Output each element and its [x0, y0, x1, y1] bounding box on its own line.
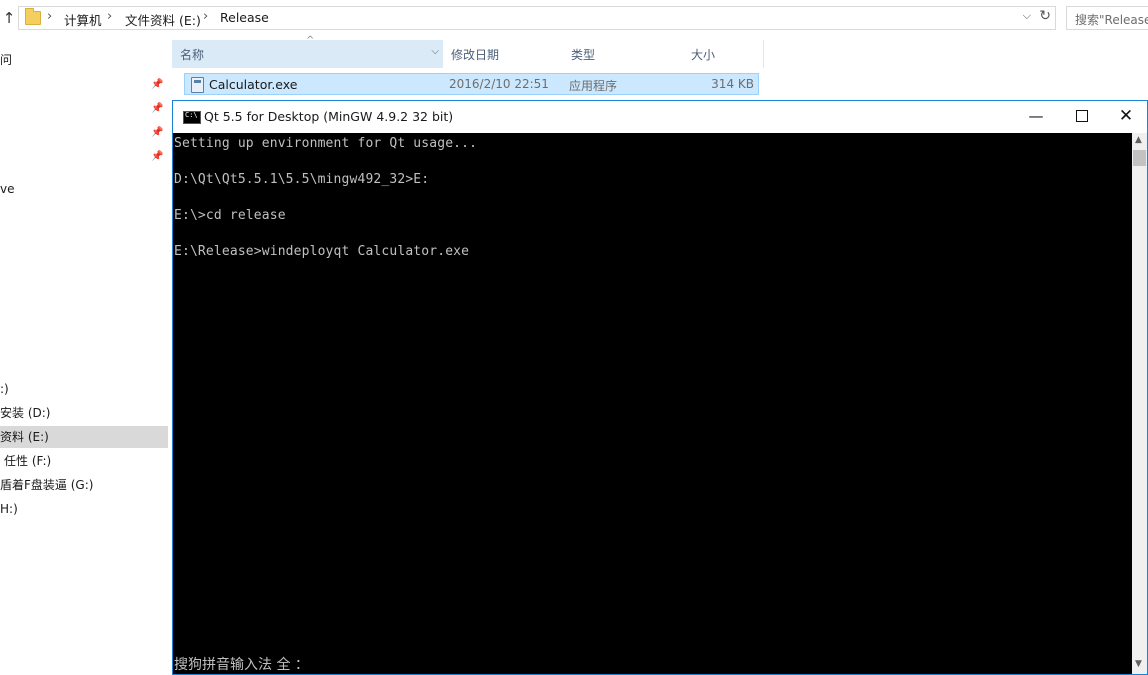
console-line: Setting up environment for Qt usage... — [174, 136, 478, 151]
pin-icon[interactable]: 📌 — [151, 103, 163, 117]
nav-item-label: ve — [0, 182, 15, 196]
nav-item-label: 任性 (F:) — [4, 454, 52, 468]
console-line: E:\>cd release — [174, 208, 286, 223]
navigation-pane: 问 📌 📌 📌 📌 ve :) 安装 (D:) 资料 (E:) 任性 (F:) … — [0, 36, 168, 675]
maximize-icon — [1076, 109, 1088, 122]
refresh-icon[interactable]: ↻ — [1039, 8, 1051, 24]
nav-item-label: :) — [0, 382, 9, 396]
nav-item-label: 资料 (E:) — [0, 430, 49, 444]
nav-item-drive-h[interactable]: H:) — [0, 498, 168, 520]
search-placeholder: 搜索"Release" — [1075, 13, 1148, 27]
file-size: 314 KB — [711, 77, 754, 91]
pin-icon[interactable]: 📌 — [151, 151, 163, 165]
scrollbar-thumb[interactable] — [1133, 150, 1146, 166]
explorer-address-row: ↑ › 计算机 › 文件资料 (E:) › Release ⌵ ↻ 搜索"Rel… — [0, 0, 1148, 36]
exe-file-icon — [191, 77, 204, 93]
nav-item-quick-access[interactable]: 问 — [0, 49, 168, 71]
minimize-button[interactable]: — — [1013, 101, 1059, 133]
breadcrumb-computer[interactable]: 计算机 — [64, 10, 102, 29]
file-date: 2016/2/10 22:51 — [449, 77, 549, 91]
file-name: Calculator.exe — [209, 77, 298, 92]
address-bar[interactable]: › 计算机 › 文件资料 (E:) › Release ⌵ ↻ — [18, 6, 1056, 30]
console-icon[interactable] — [183, 111, 201, 124]
chevron-right-icon[interactable]: › — [47, 9, 52, 24]
nav-item-drive-g[interactable]: 盾着F盘装逼 (G:) — [0, 474, 168, 496]
column-header-name[interactable]: ^ 名称 ⌵ — [172, 35, 444, 68]
folder-icon — [25, 8, 41, 25]
console-line: E:\Release>windeployqt Calculator.exe — [174, 244, 470, 259]
column-header-type[interactable]: 类型 — [563, 40, 684, 68]
pin-icon[interactable]: 📌 — [151, 127, 163, 141]
sort-ascending-icon: ^ — [306, 35, 315, 46]
nav-item-drive-e[interactable]: 资料 (E:) — [0, 426, 168, 448]
file-type: 应用程序 — [569, 79, 618, 93]
column-header-label: 名称 — [180, 48, 205, 62]
column-header-size[interactable]: 大小 — [683, 40, 764, 68]
console-window[interactable]: Qt 5.5 for Desktop (MinGW 4.9.2 32 bit) … — [172, 100, 1148, 675]
chevron-right-icon[interactable]: › — [107, 9, 112, 24]
breadcrumb-drive-e[interactable]: 文件资料 (E:) — [125, 10, 201, 29]
column-header-label: 类型 — [571, 48, 596, 62]
nav-item-label: H:) — [0, 502, 18, 516]
search-input[interactable]: 搜索"Release" — [1066, 6, 1148, 30]
breadcrumb-release[interactable]: Release — [220, 10, 269, 25]
nav-item-label: 问 — [0, 53, 13, 67]
console-output[interactable]: Setting up environment for Qt usage... D… — [173, 133, 1131, 674]
chevron-down-icon[interactable]: ⌵ — [1023, 9, 1031, 23]
pin-icon[interactable]: 📌 — [151, 79, 163, 93]
nav-item-drive-c[interactable]: :) — [0, 378, 168, 400]
console-titlebar[interactable]: Qt 5.5 for Desktop (MinGW 4.9.2 32 bit) … — [173, 101, 1147, 133]
scroll-down-icon[interactable]: ▼ — [1135, 659, 1142, 669]
nav-item-drive-d[interactable]: 安装 (D:) — [0, 402, 168, 424]
column-header-date[interactable]: 修改日期 — [443, 40, 564, 68]
nav-item-label: 盾着F盘装逼 (G:) — [0, 478, 94, 492]
ime-status-bar: 搜狗拼音输入法 全 ： — [174, 657, 309, 673]
nav-item-label: 安装 (D:) — [0, 406, 51, 420]
console-title: Qt 5.5 for Desktop (MinGW 4.9.2 32 bit) — [204, 109, 454, 124]
nav-item-onedrive[interactable]: ve — [0, 178, 168, 200]
nav-item-drive-f[interactable]: 任性 (F:) — [0, 450, 168, 472]
column-header-label: 大小 — [691, 48, 716, 62]
console-line: D:\Qt\Qt5.5.1\5.5\mingw492_32>E: — [174, 172, 430, 187]
chevron-right-icon[interactable]: › — [203, 9, 208, 24]
scroll-up-icon[interactable]: ▲ — [1135, 135, 1142, 145]
up-arrow-icon[interactable]: ↑ — [0, 8, 18, 28]
maximize-button[interactable] — [1059, 101, 1105, 133]
column-header-label: 修改日期 — [451, 48, 500, 62]
chevron-down-icon[interactable]: ⌵ — [431, 46, 439, 57]
file-row[interactable]: Calculator.exe 2016/2/10 22:51 应用程序 314 … — [184, 73, 759, 95]
close-button[interactable]: ✕ — [1103, 101, 1148, 133]
console-scrollbar[interactable]: ▲ ▼ — [1132, 133, 1147, 674]
